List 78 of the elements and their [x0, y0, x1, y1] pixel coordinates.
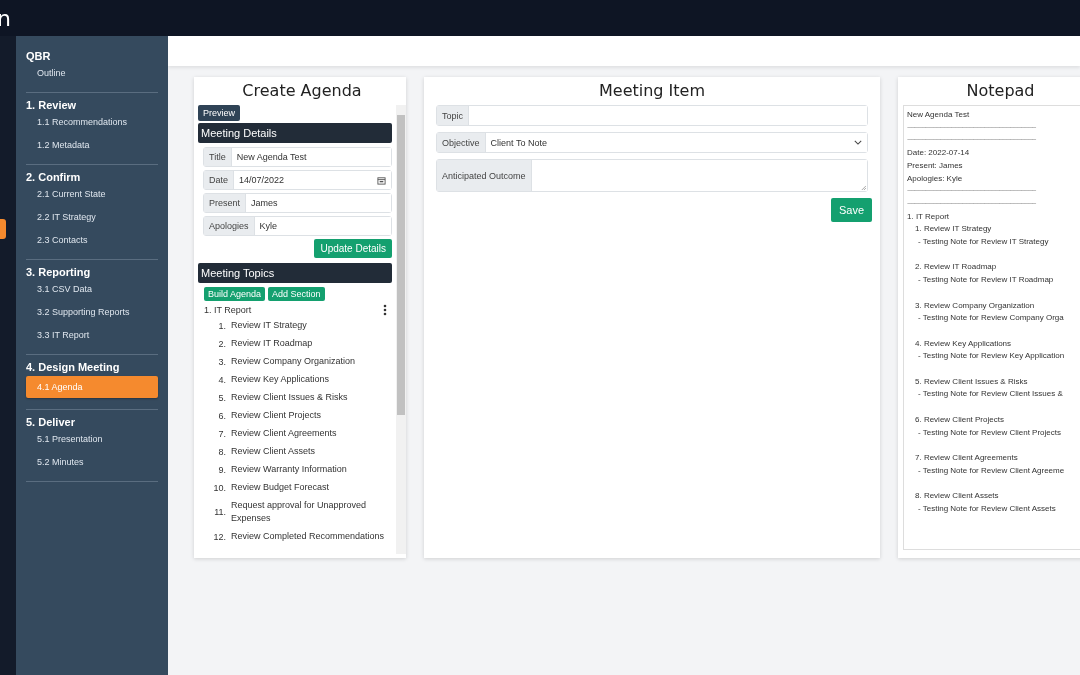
topic-item[interactable]: Review Warranty Information [231, 463, 347, 476]
note-line: 8. Review Client Assets [914, 490, 1000, 502]
list-number: 8. [217, 446, 227, 457]
sidebar-item[interactable]: 2.2 IT Strategy [26, 209, 158, 225]
section-heading: 4. Design Meeting [26, 361, 121, 373]
topic-item[interactable]: Review IT Roadmap [231, 337, 313, 350]
note-line: - Testing Note for Review IT Strategy [917, 236, 1050, 249]
list-number: 5. [217, 392, 227, 403]
card-title: Create Agenda [241, 80, 363, 102]
note-line: - Testing Note for Review Company Orga [917, 312, 1065, 325]
list-number: 4. [217, 374, 227, 385]
preview-button[interactable]: Preview [198, 105, 240, 121]
topic-heading: 1. IT Report [204, 305, 252, 315]
note-line: Date: 2022-07-14 [907, 147, 971, 160]
topic-item[interactable]: Request approval for Unapproved Expenses [231, 499, 392, 525]
note-line: 6. Review Client Projects [914, 413, 1005, 426]
sidebar-item[interactable]: 3.2 Supporting Reports [26, 304, 158, 320]
sidebar-item[interactable]: 1.2 Metadata [26, 137, 158, 153]
list-number: 10. [212, 482, 227, 493]
note-line: - Testing Note for Review Client Assets [917, 502, 1057, 515]
note-line: 4. Review Key Applications [914, 337, 1013, 350]
active-marker [0, 219, 6, 239]
note-line: - Testing Note for Review Client Issues & [917, 388, 1064, 401]
list-number: 7. [217, 428, 227, 439]
sidebar-item[interactable]: 3.3 IT Report [26, 327, 158, 343]
card-title: Meeting Item [598, 80, 706, 102]
note-line: 2. Review IT Roadmap [914, 261, 998, 274]
list-number: 1. [217, 320, 227, 331]
note-line: ~~~~~~~~~~~~~~~~~~~~~~~~~~~~~~~~~~~ [907, 197, 1037, 210]
note-line: - Testing Note for Review Client Projects [917, 426, 1063, 439]
topic-item[interactable]: Review Completed Recommendations [231, 530, 385, 543]
topic-item[interactable]: Review Client Assets [231, 445, 316, 458]
sidebar-item[interactable]: Outline [26, 65, 158, 81]
note-line: ~~~~~~~~~~~~~~~~~~~~~~~~~~~~~~~~~~~ [907, 134, 1037, 147]
section-header: Meeting Details [198, 123, 392, 143]
list-number: 2. [217, 338, 227, 349]
list-number: 3. [217, 356, 227, 367]
sidebar-item[interactable]: 2.3 Contacts [26, 232, 158, 248]
note-line: - Testing Note for Review Client Agreeme [917, 464, 1066, 477]
note-line: - Testing Note for Review Key Application [917, 350, 1066, 363]
note-line: 1. IT Report [907, 210, 951, 223]
topic-item[interactable]: Review Budget Forecast [231, 481, 330, 494]
topic-item[interactable]: Review Client Issues & Risks [231, 391, 348, 404]
resize-grip-icon[interactable] [861, 185, 866, 190]
note-line: 3. Review Company Organization [914, 299, 1036, 312]
sidebar-item[interactable]: 5.2 Minutes [26, 454, 158, 470]
list-number: 12. [212, 531, 227, 542]
section-heading: 2. Confirm [26, 171, 82, 183]
section-heading: QBR [26, 50, 52, 62]
topic-item[interactable]: Review Client Projects [231, 409, 322, 422]
topic-item[interactable]: Review Key Applications [231, 373, 330, 386]
note-line: New Agenda Test [907, 109, 971, 121]
list-number: 11. [213, 507, 227, 517]
section-heading: 1. Review [26, 99, 78, 111]
sidebar-item[interactable]: 2.1 Current State [26, 186, 158, 202]
section-heading: 5. Deliver [26, 416, 76, 428]
topic-item[interactable]: Review Client Agreements [231, 427, 337, 440]
note-line: - Testing Note for Review IT Roadmap [917, 274, 1055, 287]
note-line: ~~~~~~~~~~~~~~~~~~~~~~~~~~~~~~~~~~~ [907, 185, 1037, 198]
field-label: Anticipated Outcome [437, 160, 532, 191]
note-line: 5. Review Client Issues & Risks [914, 375, 1029, 388]
note-line: Apologies: Kyle [907, 172, 964, 185]
list-number: 6. [217, 410, 227, 421]
note-line: 1. Review IT Strategy [914, 223, 993, 236]
note-line: ~~~~~~~~~~~~~~~~~~~~~~~~~~~~~~~~~~~ [907, 121, 1037, 134]
card-title: Notepad [965, 80, 1036, 102]
sidebar-item[interactable]: 5.1 Presentation [26, 431, 158, 447]
section-heading: 3. Reporting [26, 266, 92, 278]
sidebar-item[interactable]: 1.1 Recommendations [26, 114, 158, 130]
sidebar-item[interactable]: 3.1 CSV Data [26, 281, 158, 297]
note-line: Present: James [907, 159, 964, 172]
topic-item[interactable]: Review IT Strategy [231, 319, 307, 332]
section-header: Meeting Topics [198, 263, 392, 283]
note-line: 7. Review Client Agreements [914, 451, 1019, 464]
scrollbar[interactable] [396, 105, 406, 554]
list-number: 9. [217, 464, 227, 475]
topic-item[interactable]: Review Company Organization [231, 355, 356, 368]
more-options-icon[interactable] [383, 304, 387, 316]
